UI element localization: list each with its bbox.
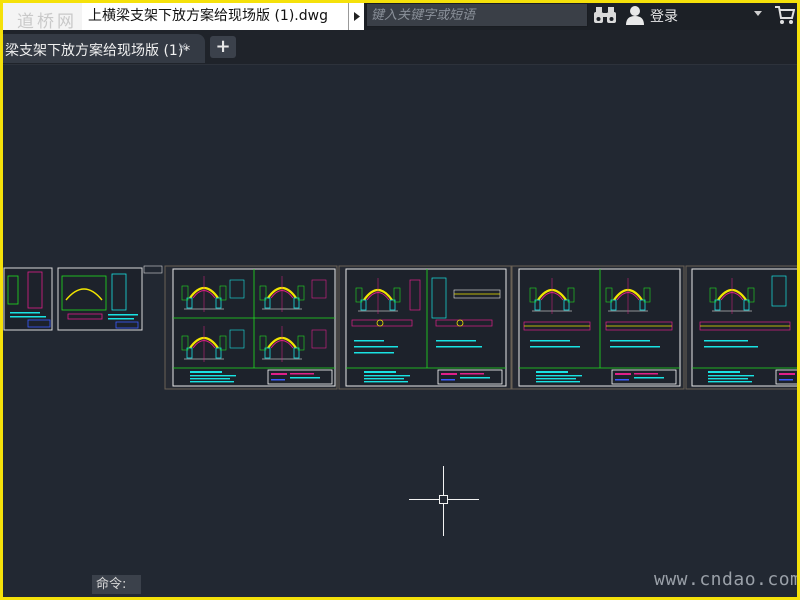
sheet-1[interactable]: [3, 267, 53, 331]
drawing-canvas[interactable]: [0, 65, 800, 600]
tab-label: 梁支架下放方案给现场版 (1)*: [5, 43, 191, 59]
tab-drawing[interactable]: 梁支架下放方案给现场版 (1)* ×: [3, 34, 205, 63]
binoculars-icon[interactable]: [594, 5, 616, 25]
chevron-down-icon[interactable]: [754, 11, 762, 16]
watermark: www.cndao.com: [654, 569, 800, 590]
file-title: 上横梁支架下放方案给现场版 (1).dwg: [82, 3, 348, 30]
user-icon[interactable]: [625, 5, 645, 25]
sheet-2[interactable]: [57, 267, 143, 331]
sheet-5[interactable]: [511, 265, 685, 390]
search-input[interactable]: [367, 4, 595, 27]
login-link[interactable]: 登录: [650, 6, 678, 26]
title-bar: 道桥网 上横梁支架下放方案给现场版 (1).dwg 登录: [0, 0, 800, 32]
plus-icon[interactable]: +: [210, 36, 236, 58]
search-box[interactable]: [366, 3, 595, 27]
command-line[interactable]: 命令:: [92, 575, 141, 594]
crosshair-cursor: [409, 466, 479, 536]
sheet-6[interactable]: [685, 265, 800, 390]
cart-icon[interactable]: [775, 5, 795, 25]
title-expand-button[interactable]: [348, 3, 364, 30]
document-tab-strip: 梁支架下放方案给现场版 (1)* × +: [0, 30, 800, 65]
play-icon: [354, 12, 360, 21]
close-icon[interactable]: ×: [177, 40, 188, 55]
logo-text: 道桥网: [17, 12, 77, 32]
app-logo: 道桥网: [3, 3, 82, 32]
sheet-3[interactable]: [164, 265, 338, 390]
sheet-4[interactable]: [338, 265, 512, 390]
